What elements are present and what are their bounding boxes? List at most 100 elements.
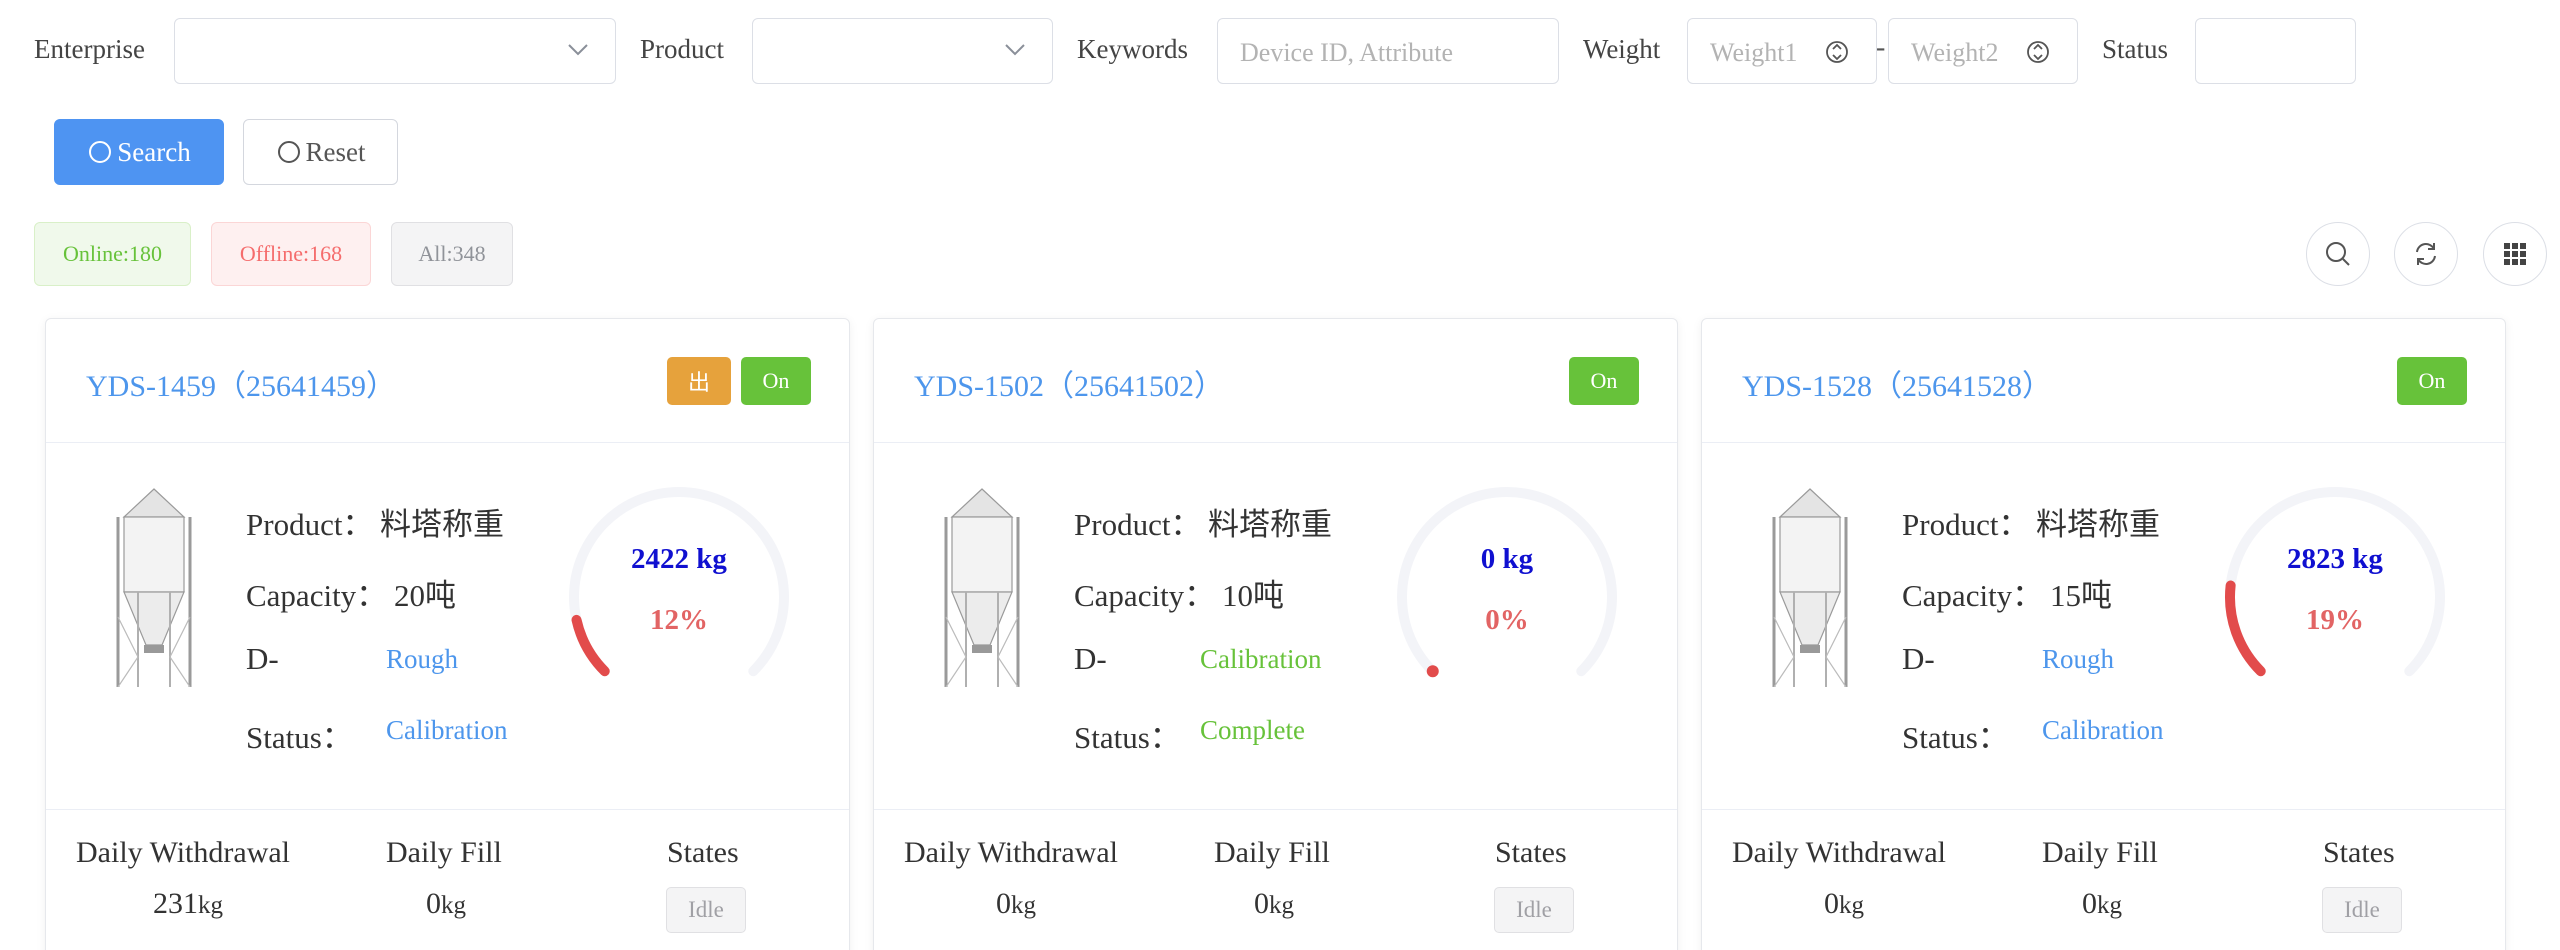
status-value: Complete (1200, 715, 1305, 745)
product-row-label: Product： (246, 507, 374, 542)
keywords-placeholder: Device ID, Attribute (1240, 38, 1453, 67)
reset-button-label: Reset (305, 136, 366, 167)
fill-percent: 12% (650, 604, 708, 636)
refresh-icon (2416, 243, 2436, 265)
d-row-label: D- (1074, 641, 1107, 676)
online-badge: On (2397, 357, 2467, 405)
weight-label: Weight (1583, 34, 1661, 64)
grid-view-button[interactable] (2483, 222, 2547, 286)
daily-withdrawal-value: 231kg (153, 887, 223, 921)
d-row-label: D- (1902, 641, 1935, 676)
daily-fill-number: 0 (426, 887, 441, 920)
silo-image (1772, 488, 1848, 687)
out-badge: 出 (667, 357, 731, 405)
stepper-icon[interactable] (1826, 36, 1848, 68)
status-row-label: Status： (246, 720, 353, 755)
unit-label: kg (198, 892, 223, 919)
gauge-start-dot (1426, 665, 1439, 678)
unit-label: kg (441, 892, 466, 919)
daily-withdrawal-value: 0kg (1824, 887, 1864, 921)
weight-min-input[interactable]: Weight1 (1687, 18, 1877, 84)
silo-image (944, 488, 1020, 687)
card-header: YDS-1459（25641459） 出 On (46, 319, 849, 443)
search-button-label: Search (117, 136, 191, 167)
reset-button[interactable]: Reset (243, 119, 398, 185)
capacity-value: 15吨 (2050, 578, 2112, 613)
daily-fill-label: Daily Fill (1214, 836, 1330, 869)
keywords-label: Keywords (1077, 34, 1188, 64)
enterprise-select[interactable] (174, 18, 616, 84)
keywords-input[interactable]: Device ID, Attribute (1217, 18, 1559, 84)
status-value: Calibration (386, 715, 508, 745)
state-badge: Idle (2322, 887, 2402, 933)
card-header: YDS-1528（25641528） On (1702, 319, 2505, 443)
weight-reading: 2823 kg (2287, 543, 2383, 575)
grid-icon (2504, 243, 2526, 265)
status-label: Status (2102, 34, 2169, 64)
product-row-label: Product： (1074, 507, 1202, 542)
online-badge: On (741, 357, 811, 405)
stepper-icon[interactable] (2027, 36, 2049, 68)
states-label: States (667, 836, 739, 869)
fill-gauge (569, 487, 789, 677)
weight1-placeholder: Weight1 (1710, 38, 1798, 67)
device-title[interactable]: YDS-1459（25641459） (86, 361, 396, 405)
product-value: 料塔称重 (1208, 507, 1332, 542)
all-count-tag[interactable]: All:348 (391, 222, 513, 286)
daily-fill-value: 0kg (1254, 887, 1294, 921)
gauge-track (2225, 487, 2445, 677)
product-value: 料塔称重 (2036, 507, 2160, 542)
refresh-button[interactable] (2394, 222, 2458, 286)
daily-fill-value: 0kg (2082, 887, 2122, 921)
capacity-value: 10吨 (1222, 578, 1284, 613)
status-value: Calibration (2042, 715, 2164, 745)
weight-reading: 0 kg (1480, 543, 1534, 575)
daily-withdrawal-number: 0 (1824, 887, 1839, 920)
gauge-track (569, 487, 789, 677)
capacity-value: 20吨 (394, 578, 456, 613)
offline-count-tag[interactable]: Offline:168 (211, 222, 371, 286)
capacity-row-label: Capacity： (1074, 578, 1216, 613)
search-button[interactable]: Search (54, 119, 224, 185)
device-title[interactable]: YDS-1528（25641528） (1742, 361, 2052, 405)
daily-withdrawal-value: 0kg (996, 887, 1036, 921)
daily-withdrawal-number: 231 (153, 887, 198, 920)
device-card[interactable]: YDS-1528（25641528） On Product： 料塔称重 Capa… (1701, 318, 2506, 950)
status-select[interactable] (2195, 18, 2356, 84)
product-select[interactable] (752, 18, 1053, 84)
state-badge: Idle (666, 887, 746, 933)
daily-fill-number: 0 (1254, 887, 1269, 920)
product-label: Product (640, 34, 724, 64)
silo-image (116, 488, 192, 687)
search-toggle-button[interactable] (2306, 222, 2370, 286)
daily-fill-label: Daily Fill (386, 836, 502, 869)
device-title[interactable]: YDS-1502（25641502） (914, 361, 1224, 405)
chevron-down-icon (1005, 44, 1025, 56)
enterprise-label: Enterprise (34, 34, 145, 64)
fill-percent: 19% (2306, 604, 2364, 636)
weight-reading: 2422 kg (631, 543, 727, 575)
online-badge: On (1569, 357, 1639, 405)
daily-withdrawal-label: Daily Withdrawal (76, 836, 291, 869)
d-value: Calibration (1200, 644, 1322, 674)
states-label: States (1495, 836, 1567, 869)
daily-fill-number: 0 (2082, 887, 2097, 920)
status-row-label: Status： (1074, 720, 1181, 755)
fill-percent: 0% (1485, 604, 1529, 636)
daily-fill-value: 0kg (426, 887, 466, 921)
search-icon (277, 141, 300, 163)
weight-max-input[interactable]: Weight2 (1888, 18, 2078, 84)
daily-withdrawal-number: 0 (996, 887, 1011, 920)
fill-gauge (2225, 487, 2445, 677)
unit-label: kg (1269, 892, 1294, 919)
unit-label: kg (1839, 892, 1864, 919)
product-row-label: Product： (1902, 507, 2030, 542)
status-row-label: Status： (1902, 720, 2009, 755)
online-count-tag[interactable]: Online:180 (34, 222, 191, 286)
search-icon (89, 141, 112, 163)
device-card[interactable]: YDS-1502（25641502） On Product： 料塔称重 Capa… (873, 318, 1678, 950)
capacity-row-label: Capacity： (246, 578, 388, 613)
product-value: 料塔称重 (380, 507, 504, 542)
weight2-placeholder: Weight2 (1911, 38, 1999, 67)
device-card[interactable]: YDS-1459（25641459） 出 On Product： 料塔称重 Ca… (45, 318, 850, 950)
